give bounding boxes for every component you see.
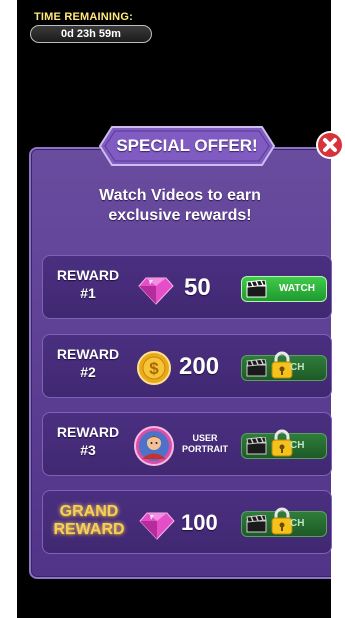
game-screen: TIME REMAINING: 0d 23h 59m SPECIAL OFFER… <box>0 0 345 618</box>
svg-text:$: $ <box>149 359 159 378</box>
close-icon <box>316 131 344 159</box>
reward-row-grand: GRAND REWARD 100 CH <box>42 490 332 554</box>
reward-row-1: REWARD #1 50 WATCH <box>42 255 332 319</box>
right-edge <box>331 140 345 590</box>
clapperboard-icon <box>246 359 267 377</box>
close-button[interactable] <box>315 130 345 160</box>
gem-icon <box>138 277 174 305</box>
watch-button-locked[interactable]: CH <box>241 351 327 381</box>
dialog-subtitle: Watch Videos to earn exclusive rewards! <box>29 186 331 226</box>
portrait-text-line-2: PORTRAIT <box>182 444 228 454</box>
watch-button-label: WATCH <box>279 283 315 294</box>
portrait-text-line-1: USER <box>192 433 218 443</box>
watch-button-locked[interactable]: CH <box>241 429 327 459</box>
clapperboard-icon <box>246 280 267 298</box>
clapperboard-icon <box>246 437 267 455</box>
portrait-icon <box>134 426 174 466</box>
watch-button-locked[interactable]: CH <box>241 507 327 537</box>
timer-value: 0d 23h 59m <box>30 25 152 43</box>
grand-label-line-2: REWARD <box>53 521 125 538</box>
portrait-reward-text: USER PORTRAIT <box>175 433 235 455</box>
watch-button[interactable]: WATCH <box>241 276 327 302</box>
watch-button-label: CH <box>290 440 305 451</box>
reward-label-line-1: REWARD <box>56 267 120 283</box>
coin-icon: $ <box>137 351 171 385</box>
reward-amount: 50 <box>184 274 211 301</box>
grand-label-line-1: GRAND <box>59 503 119 520</box>
reward-label-line-1: REWARD <box>56 424 120 440</box>
reward-label-line-1: REWARD <box>56 346 120 362</box>
dialog-title: SPECIAL OFFER! <box>116 136 258 155</box>
reward-label-line-2: #3 <box>80 442 96 458</box>
watch-button-label: CH <box>290 362 305 373</box>
reward-row-3: REWARD #3 USER PORTRAIT CH <box>42 412 332 476</box>
timer: TIME REMAINING: 0d 23h 59m <box>30 11 160 43</box>
reward-label-line-2: #2 <box>80 364 96 380</box>
timer-label: TIME REMAINING: <box>34 11 133 23</box>
reward-label: REWARD #1 <box>47 266 129 302</box>
title-banner: SPECIAL OFFER! <box>98 125 276 167</box>
reward-label: REWARD #2 <box>47 345 129 381</box>
subtitle-line-1: Watch Videos to earn <box>99 187 261 204</box>
grand-reward-label: GRAND REWARD <box>49 503 129 539</box>
reward-row-2: REWARD #2 $ 200 CH <box>42 334 332 398</box>
clapperboard-icon <box>246 515 267 533</box>
gem-icon <box>139 512 175 540</box>
reward-amount: 100 <box>181 510 218 535</box>
watch-button-label: CH <box>290 518 305 529</box>
reward-label-line-2: #1 <box>80 285 96 301</box>
reward-label: REWARD #3 <box>47 423 129 459</box>
reward-amount: 200 <box>179 353 220 380</box>
subtitle-line-2: exclusive rewards! <box>108 207 252 224</box>
